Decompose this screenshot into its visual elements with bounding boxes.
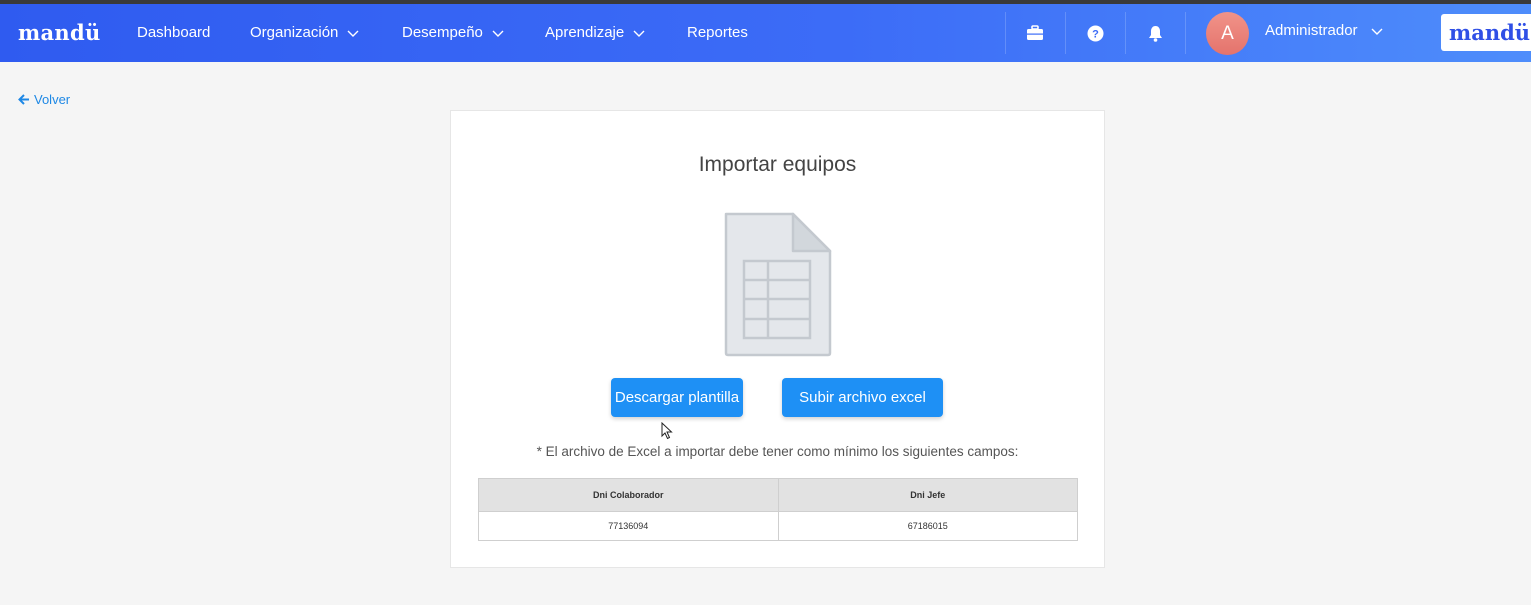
user-name: Administrador bbox=[1265, 22, 1358, 39]
table-cell: 67186015 bbox=[777, 511, 1078, 541]
navbar-divider bbox=[1185, 12, 1186, 54]
table-header-row: Dni Colaborador Dni Jefe bbox=[478, 478, 1078, 512]
spreadsheet-file-icon bbox=[724, 212, 832, 357]
chevron-down-icon bbox=[633, 30, 645, 37]
column-header: Dni Colaborador bbox=[478, 478, 779, 512]
nav-item-label: Desempeño bbox=[402, 24, 483, 41]
company-logo: mandü bbox=[1441, 14, 1531, 51]
user-menu[interactable]: Administrador bbox=[1265, 22, 1384, 39]
import-card: Importar equipos Descargar plantilla Sub… bbox=[450, 110, 1105, 568]
table-row: 77136094 67186015 bbox=[478, 511, 1078, 541]
table-cell: 77136094 bbox=[478, 511, 779, 541]
nav-item-reportes[interactable]: Reportes bbox=[687, 24, 748, 41]
nav-item-desempeno[interactable]: Desempeño bbox=[402, 24, 505, 41]
download-template-button[interactable]: Descargar plantilla bbox=[611, 378, 743, 417]
nav-item-label: Dashboard bbox=[137, 24, 211, 41]
company-logo-text: mandü bbox=[1449, 20, 1531, 45]
brand-logo[interactable]: mandü bbox=[18, 20, 101, 45]
chevron-down-icon bbox=[347, 30, 359, 37]
help-icon: ? bbox=[1087, 25, 1103, 41]
nav-item-label: Organización bbox=[250, 24, 339, 41]
chevron-down-icon bbox=[492, 30, 504, 37]
chevron-down-icon bbox=[1371, 28, 1383, 35]
mouse-cursor-icon bbox=[661, 422, 673, 440]
nav-item-aprendizaje[interactable]: Aprendizaje bbox=[545, 24, 646, 41]
briefcase-button[interactable] bbox=[1006, 4, 1064, 62]
notifications-button[interactable] bbox=[1126, 4, 1184, 62]
briefcase-icon bbox=[1027, 25, 1043, 40]
bell-icon bbox=[1148, 25, 1162, 42]
help-button[interactable]: ? bbox=[1066, 4, 1124, 62]
nav-item-label: Aprendizaje bbox=[545, 24, 625, 41]
arrow-left-icon bbox=[18, 94, 29, 105]
top-navbar: mandü Dashboard Organización Desempeño A… bbox=[0, 4, 1531, 62]
back-link-label: Volver bbox=[34, 92, 71, 107]
back-link[interactable]: Volver bbox=[18, 92, 70, 107]
page-title: Importar equipos bbox=[698, 153, 857, 176]
avatar[interactable]: A bbox=[1206, 12, 1249, 55]
svg-text:?: ? bbox=[1092, 28, 1099, 40]
nav-item-organizacion[interactable]: Organización bbox=[250, 24, 360, 41]
nav-item-label: Reportes bbox=[687, 24, 748, 41]
required-fields-note: * El archivo de Excel a importar debe te… bbox=[536, 444, 1019, 459]
required-fields-table: Dni Colaborador Dni Jefe 77136094 671860… bbox=[478, 478, 1078, 541]
upload-excel-button[interactable]: Subir archivo excel bbox=[782, 378, 943, 417]
nav-item-dashboard[interactable]: Dashboard bbox=[137, 24, 210, 41]
column-header: Dni Jefe bbox=[777, 478, 1078, 512]
